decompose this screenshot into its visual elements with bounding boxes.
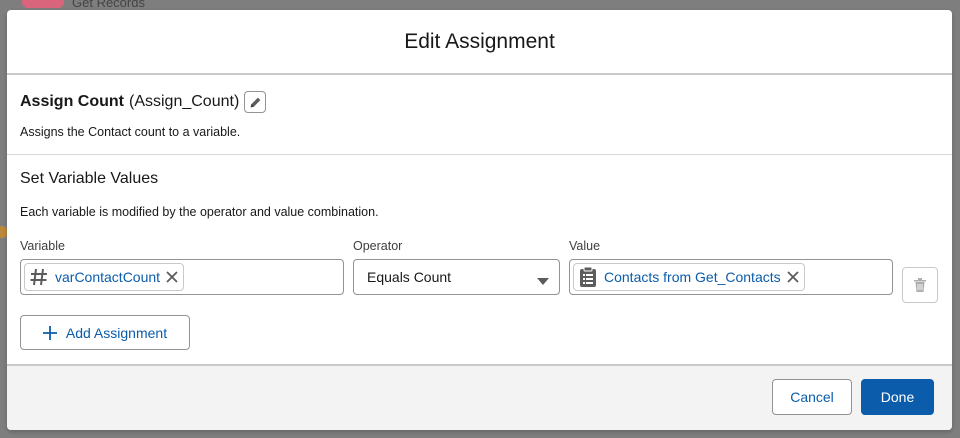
modal-header: Edit Assignment: [7, 10, 952, 75]
add-assignment-label: Add Assignment: [65, 324, 168, 341]
get-records-node-label: Get Records: [72, 0, 145, 10]
get-records-node-icon[interactable]: [22, 0, 64, 8]
value-label: Value: [569, 239, 601, 253]
done-button[interactable]: Done: [861, 379, 934, 415]
remove-variable-icon[interactable]: [166, 271, 178, 283]
value-pill-label: Contacts from Get_Contacts: [604, 269, 781, 285]
modal-title: Edit Assignment: [404, 29, 555, 53]
record-collection-icon: [580, 266, 596, 287]
variable-pill-label: varContactCount: [55, 269, 161, 285]
section-title: Set Variable Values: [20, 170, 159, 187]
pencil-icon: [250, 97, 261, 107]
remove-value-icon[interactable]: [787, 271, 799, 283]
variable-label: Variable: [20, 239, 65, 253]
element-api-name: (Assign_Count): [129, 93, 240, 110]
trash-icon: [914, 278, 926, 292]
variable-pill[interactable]: varContactCount: [24, 263, 185, 291]
modal-footer: Cancel Done: [7, 364, 952, 430]
section-description: Each variable is modified by the operato…: [20, 205, 379, 219]
value-field[interactable]: Contacts from Get_Contacts: [569, 259, 893, 295]
variable-field[interactable]: varContactCount: [20, 259, 344, 295]
chevron-down-icon: [537, 273, 549, 291]
operator-select[interactable]: Equals Count: [353, 259, 560, 295]
assignment-row: Variable varContactCount Operator Equals…: [20, 239, 939, 307]
value-pill[interactable]: Contacts from Get_Contacts: [573, 263, 805, 291]
edit-element-button[interactable]: [244, 91, 267, 113]
operator-selected-value: Equals Count: [367, 269, 452, 285]
element-label: Assign Count: [20, 93, 124, 110]
add-assignment-button[interactable]: Add Assignment: [20, 315, 190, 350]
element-details: Assign Count (Assign_Count) Assigns the …: [7, 75, 952, 155]
operator-label: Operator: [353, 239, 403, 253]
edit-assignment-modal: Edit Assignment Assign Count (Assign_Cou…: [7, 10, 952, 430]
delete-assignment-button[interactable]: [902, 267, 938, 303]
cancel-button[interactable]: Cancel: [772, 379, 852, 415]
number-icon: [30, 268, 47, 286]
plus-icon: [42, 325, 57, 340]
set-variable-values-section: Set Variable Values Each variable is mod…: [7, 155, 952, 307]
element-description: Assigns the Contact count to a variable.: [20, 125, 241, 139]
